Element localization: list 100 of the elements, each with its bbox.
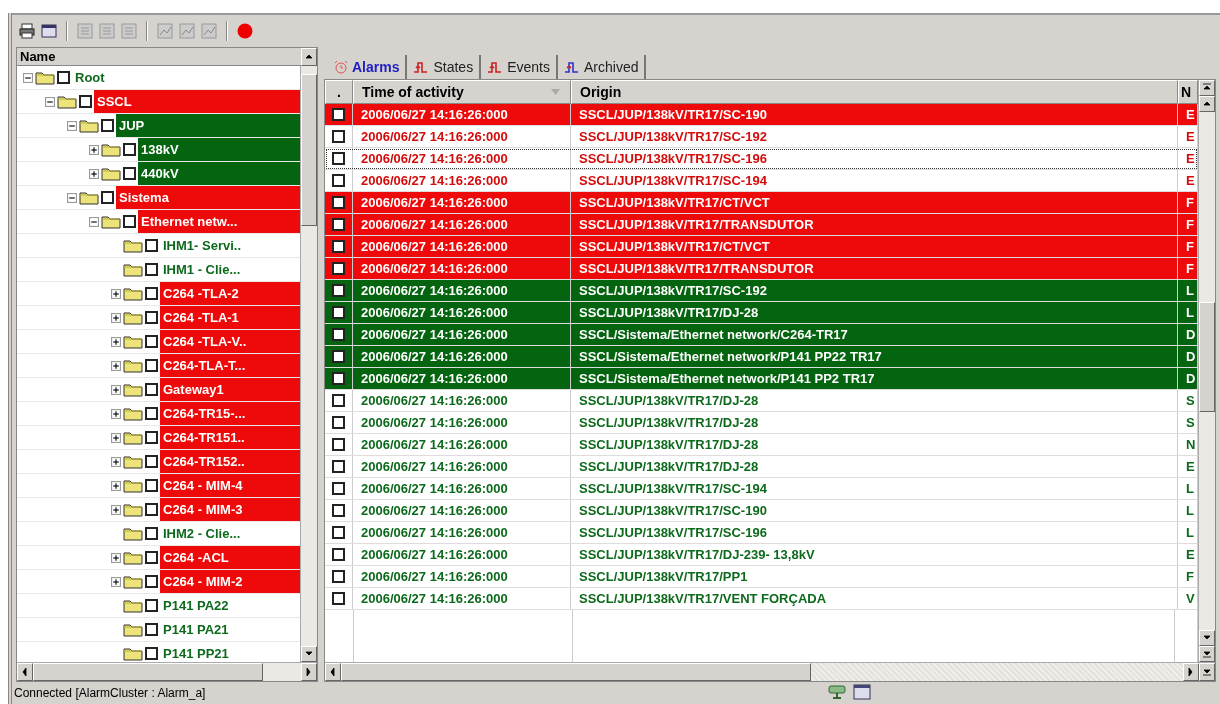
left-arrow-icon[interactable] [328,667,338,677]
tree-item[interactable]: C264 - MIM-2 [160,570,300,593]
window-icon[interactable] [853,684,871,700]
tree-row[interactable]: IHM2 - Clie... [17,522,300,546]
tree-item[interactable]: Gateway1 [160,378,300,401]
column-header[interactable]: Origin [571,80,1178,104]
alarm-row[interactable]: 2006/06/27 14:16:26:000 SSCL/JUP/138kV/TR17/DJ-28 E [325,456,1198,478]
alarm-row[interactable]: 2006/06/27 14:16:26:000 SSCL/JUP/138kV/TR17/DJ-28 S [325,412,1198,434]
alarm-row[interactable]: 2006/06/27 14:16:26:000 SSCL/JUP/138kV/TR17/TRANSDUTOR F [325,214,1198,236]
tree-row[interactable]: C264 -TLA-V.. [17,330,300,354]
scroll-bottom-icon[interactable] [1202,649,1212,659]
alarm-row[interactable]: 2006/06/27 14:16:26:000 SSCL/JUP/138kV/TR17/SC-196 E [325,148,1198,170]
expand-icon[interactable] [111,384,121,395]
tree-row[interactable]: C264 -TLA-2 [17,282,300,306]
checkbox[interactable] [332,262,345,275]
expand-icon[interactable] [111,576,121,587]
tree-row[interactable]: P141 PP21 [17,642,300,662]
expand-icon[interactable] [111,504,121,515]
tree-row[interactable]: IHM1 - Clie... [17,258,300,282]
column-header[interactable]: Name [17,48,301,66]
alarm-row[interactable]: 2006/06/27 14:16:26:000 SSCL/JUP/138kV/TR17/SC-194 L [325,478,1198,500]
tree-item[interactable]: SSCL [94,90,300,113]
tree-item[interactable]: 138kV [138,138,300,161]
checkbox[interactable] [332,196,345,209]
checkbox[interactable] [332,152,345,165]
printer-icon[interactable] [18,22,36,40]
tree-row[interactable]: IHM1- Servi.. [17,234,300,258]
alarm-row[interactable]: 2006/06/27 14:16:26:000 SSCL/JUP/138kV/TR17/DJ-239- 13,8kV E [325,544,1198,566]
tree-row[interactable]: Ethernet netw... [17,210,300,234]
expand-icon[interactable] [111,408,121,419]
alarm-row[interactable]: 2006/06/27 14:16:26:000 SSCL/JUP/138kV/TR17/CT/VCT F [325,236,1198,258]
alarm-row[interactable]: 2006/06/27 14:16:26:000 SSCL/JUP/138kV/TR17/PP1 F [325,566,1198,588]
tree-row[interactable]: Sistema [17,186,300,210]
scrollbar-thumb[interactable] [1199,302,1215,412]
checkbox[interactable] [145,455,158,468]
scrollbar[interactable] [17,662,317,681]
checkbox[interactable] [332,548,345,561]
tree-item[interactable]: C264 -TLA-1 [160,306,300,329]
checkbox[interactable] [145,359,158,372]
tree-item[interactable]: C264 -TLA-V.. [160,330,300,353]
checkbox[interactable] [332,592,345,605]
tree-row[interactable]: 138kV [17,138,300,162]
alarm-row[interactable]: 2006/06/27 14:16:26:000 SSCL/JUP/138kV/TR17/DJ-28 L [325,302,1198,324]
column-header[interactable]: N [1178,80,1198,104]
column-header[interactable]: . [325,80,353,104]
scrollbar[interactable] [300,66,317,662]
checkbox[interactable] [145,527,158,540]
checkbox[interactable] [145,239,158,252]
up-arrow-icon[interactable] [1202,99,1212,109]
checkbox[interactable] [332,482,345,495]
tree-item[interactable]: C264 -TLA-2 [160,282,300,305]
checkbox[interactable] [145,599,158,612]
scrollbar[interactable] [325,662,1215,681]
checkbox[interactable] [145,479,158,492]
alarm-row[interactable]: 2006/06/27 14:16:26:000 SSCL/JUP/138kV/TR17/DJ-28 S [325,390,1198,412]
alarm-row[interactable]: 2006/06/27 14:16:26:000 SSCL/JUP/138kV/TR17/SC-196 L [325,522,1198,544]
tree-row[interactable]: Gateway1 [17,378,300,402]
checkbox[interactable] [123,143,136,156]
checkbox[interactable] [145,263,158,276]
collapse-icon[interactable] [89,216,99,227]
tree-row[interactable]: C264 - MIM-3 [17,498,300,522]
checkbox[interactable] [145,335,158,348]
tree-row[interactable]: P141 PA21 [17,618,300,642]
window-icon[interactable] [40,22,58,40]
checkbox[interactable] [145,623,158,636]
checkbox[interactable] [332,504,345,517]
expand-icon[interactable] [89,144,99,155]
stop-icon[interactable] [236,22,254,40]
checkbox[interactable] [145,575,158,588]
scrollbar-thumb[interactable] [33,663,263,681]
tree-row[interactable]: SSCL [17,90,300,114]
checkbox[interactable] [145,383,158,396]
tree-row[interactable]: C264-TR151.. [17,426,300,450]
alarm-row[interactable]: 2006/06/27 14:16:26:000 SSCL/JUP/138kV/TR17/SC-192 L [325,280,1198,302]
tree-row[interactable]: C264 - MIM-4 [17,474,300,498]
expand-icon[interactable] [89,168,99,179]
tree-row[interactable]: P141 PA22 [17,594,300,618]
checkbox[interactable] [332,416,345,429]
tree-row[interactable]: C264 -ACL [17,546,300,570]
alarm-row[interactable]: 2006/06/27 14:16:26:000 SSCL/Sistema/Ethernet network/P141 PP2 TR17 D [325,368,1198,390]
checkbox[interactable] [332,394,345,407]
checkbox[interactable] [332,350,345,363]
expand-icon[interactable] [111,432,121,443]
tree-row[interactable]: Root [17,66,300,90]
collapse-icon[interactable] [67,120,77,131]
checkbox[interactable] [332,526,345,539]
checkbox[interactable] [101,119,114,132]
tree-item[interactable]: C264-TR152.. [160,450,300,473]
tree-item[interactable]: C264-TR151.. [160,426,300,449]
tree-item[interactable]: Ethernet netw... [138,210,300,233]
tree-row[interactable]: C264-TR15-... [17,402,300,426]
tree-item[interactable]: C264 - MIM-3 [160,498,300,521]
tree-item[interactable]: 440kV [138,162,300,185]
checkbox[interactable] [145,287,158,300]
up-arrow-icon[interactable] [304,52,314,62]
checkbox[interactable] [145,503,158,516]
column-header[interactable]: Time of activity [353,80,571,104]
checkbox[interactable] [145,431,158,444]
scrollbar-thumb[interactable] [301,74,317,226]
alarm-row[interactable]: 2006/06/27 14:16:26:000 SSCL/JUP/138kV/TR17/SC-192 E [325,126,1198,148]
